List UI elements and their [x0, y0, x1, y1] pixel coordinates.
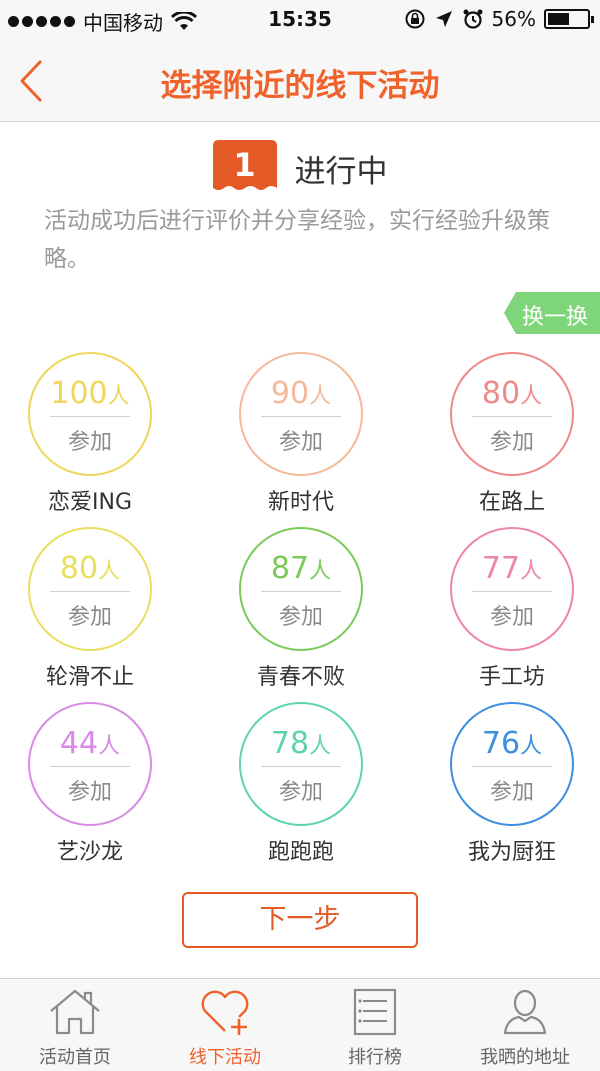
activity-count: 80人	[481, 376, 543, 411]
user-icon	[503, 989, 547, 1035]
navigation-bar: 选择附近的线下活动	[0, 40, 600, 122]
tab-home[interactable]: 活动首页	[0, 979, 150, 1071]
activity-name: 艺沙龙	[56, 840, 123, 865]
step-title: 进行中	[294, 153, 388, 190]
tab-offline-activities[interactable]: 线下活动	[150, 979, 300, 1071]
status-right: 56%	[404, 7, 594, 31]
activity-name: 我为厨狂	[467, 840, 556, 865]
activity-cell[interactable]: 78人 参加 跑跑跑	[211, 702, 411, 872]
activity-circle: 44人 参加	[28, 702, 152, 826]
alarm-icon	[463, 9, 483, 29]
activity-join-label: 参加	[278, 605, 323, 630]
activity-circle: 87人 参加	[239, 527, 363, 651]
ranking-list-icon	[353, 988, 397, 1036]
activity-circle: 100人 参加	[28, 352, 152, 476]
activity-join-label: 参加	[278, 430, 323, 455]
activity-join-label: 参加	[489, 780, 534, 805]
activity-name: 新时代	[267, 490, 334, 515]
activity-circle: 76人 参加	[450, 702, 574, 826]
activity-join-label: 参加	[489, 605, 534, 630]
activity-join-label: 参加	[67, 430, 112, 455]
refresh-label: 换一换	[522, 305, 589, 330]
activity-name: 轮滑不止	[45, 665, 134, 690]
tab-my-address[interactable]: 我晒的地址	[450, 979, 600, 1071]
activity-count: 87人	[270, 551, 332, 586]
next-step-button[interactable]: 下一步	[182, 892, 418, 948]
activity-count: 77人	[481, 551, 543, 586]
activity-circle: 80人 参加	[450, 352, 574, 476]
activity-cell[interactable]: 44人 参加 艺沙龙	[0, 702, 200, 872]
tab-ranking[interactable]: 排行榜	[300, 979, 450, 1071]
activity-name: 青春不败	[256, 665, 345, 690]
page-title: 选择附近的线下活动	[160, 68, 440, 104]
heart-plus-icon	[201, 990, 249, 1035]
status-bar: 中国移动 15:35 56%	[0, 0, 600, 40]
activity-name: 恋爱ING	[48, 490, 132, 515]
activity-circle: 80人 参加	[28, 527, 152, 651]
step-description: 活动成功后进行评价并分享经验，实行经验升级策略。	[44, 208, 550, 272]
activity-cell[interactable]: 80人 参加 轮滑不止	[0, 527, 200, 697]
activity-cell[interactable]: 100人 参加 恋爱ING	[0, 352, 200, 522]
activity-cell[interactable]: 77人 参加 手工坊	[422, 527, 600, 697]
tab-label: 我晒的地址	[480, 1047, 570, 1068]
activity-circle: 90人 参加	[239, 352, 363, 476]
rotation-lock-icon	[405, 9, 425, 29]
activity-join-label: 参加	[67, 605, 112, 630]
activity-count: 44人	[59, 726, 121, 761]
activity-cell[interactable]: 87人 参加 青春不败	[211, 527, 411, 697]
activity-circle: 78人 参加	[239, 702, 363, 826]
activity-count: 76人	[481, 726, 543, 761]
tab-label: 线下活动	[189, 1047, 261, 1068]
tab-bar: 活动首页 线下活动 排行榜 我晒的地址	[0, 978, 600, 1071]
battery-icon	[544, 9, 594, 29]
activity-name: 在路上	[478, 490, 545, 515]
activity-count: 78人	[270, 726, 332, 761]
refresh-button[interactable]: 换一换	[504, 292, 600, 334]
tab-label: 活动首页	[39, 1047, 111, 1068]
activity-cell[interactable]: 90人 参加 新时代	[211, 352, 411, 522]
activity-cell[interactable]: 76人 参加 我为厨狂	[422, 702, 600, 872]
activity-count: 100人	[50, 376, 130, 411]
activity-name: 手工坊	[478, 665, 545, 690]
location-arrow-icon	[435, 11, 452, 27]
activity-join-label: 参加	[278, 780, 323, 805]
activity-join-label: 参加	[489, 430, 534, 455]
battery-percent: 56%	[491, 7, 536, 31]
activity-cell[interactable]: 80人 参加 在路上	[422, 352, 600, 522]
activity-name: 跑跑跑	[267, 840, 334, 865]
tab-label: 排行榜	[348, 1047, 402, 1068]
step-badge: 1	[212, 140, 277, 196]
activity-join-label: 参加	[67, 780, 112, 805]
step-header: 1 进行中	[0, 140, 600, 196]
step-number: 1	[233, 146, 256, 184]
activity-count: 90人	[270, 376, 332, 411]
activity-count: 80人	[59, 551, 121, 586]
home-icon	[50, 989, 100, 1035]
activity-circle: 77人 参加	[450, 527, 574, 651]
